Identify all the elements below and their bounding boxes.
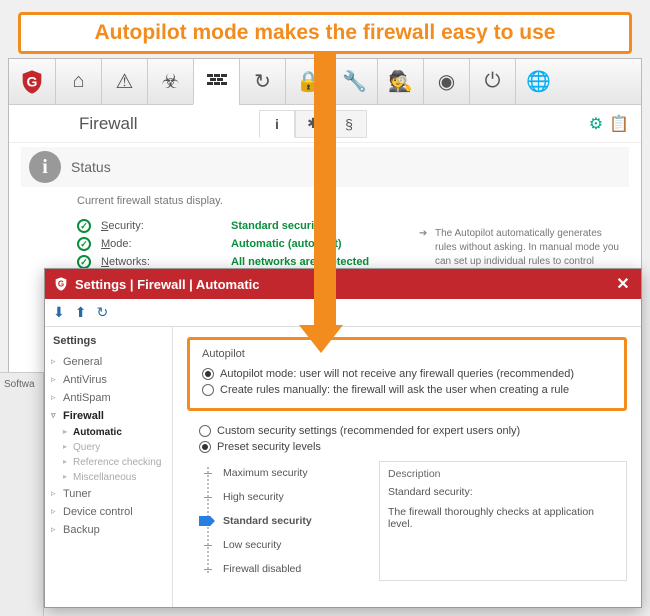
dashboard-icon: ⌂ — [72, 70, 84, 93]
export-icon[interactable]: ⬆ — [75, 304, 87, 321]
radio-icon — [199, 441, 211, 453]
status-desc: Current firewall status display. — [77, 195, 629, 207]
firewall-icon — [206, 70, 228, 92]
nav-item-antivirus[interactable]: AntiVirus — [51, 371, 166, 389]
callout-arrow — [310, 50, 340, 353]
app-logo: G — [9, 59, 55, 104]
radio-icon — [202, 368, 214, 380]
status-value: All networks are protected — [231, 256, 369, 268]
status-label[interactable]: Networks: — [101, 256, 221, 268]
close-icon: ✕ — [616, 274, 629, 294]
svg-text:G: G — [27, 73, 38, 89]
shield-icon: G — [53, 276, 69, 292]
radio-manual-mode[interactable]: Create rules manually: the firewall will… — [202, 382, 612, 398]
section-icon: § — [345, 116, 353, 132]
settings-nav: Settings GeneralAntiVirusAntiSpamFirewal… — [45, 327, 173, 607]
desc-text: The firewall thoroughly checks at applic… — [388, 506, 618, 530]
nav-item-general[interactable]: General — [51, 353, 166, 371]
security-group: Custom security settings (recommended fo… — [187, 423, 627, 581]
mini-tab-info[interactable]: i — [259, 110, 295, 138]
tab-monitor[interactable]: ⚠ — [101, 59, 147, 104]
import-icon[interactable]: ⬇ — [53, 304, 65, 321]
page-title: Firewall — [79, 114, 259, 134]
tab-agent[interactable]: 🕵 — [377, 59, 423, 104]
desc-heading: Description — [388, 468, 618, 480]
slider-level[interactable]: Maximum security — [223, 461, 359, 485]
tab-power[interactable]: ⏻ — [469, 59, 515, 104]
radio-icon — [202, 384, 214, 396]
radio-label: Custom security settings (recommended fo… — [217, 425, 520, 437]
truncated-side-panel: Softwa — [0, 372, 44, 616]
slider-level[interactable]: Standard security — [223, 509, 359, 533]
slider-level[interactable]: Firewall disabled — [223, 557, 359, 581]
refresh-icon: ↻ — [254, 69, 271, 94]
close-button[interactable]: ✕ — [605, 269, 641, 299]
nav-sub-miscellaneous[interactable]: Miscellaneous — [51, 470, 166, 485]
biohazard-icon: ☣ — [162, 69, 180, 94]
info-icon: i — [275, 116, 279, 132]
settings-titlebar[interactable]: G Settings | Firewall | Automatic ✕ — [45, 269, 641, 299]
nav-item-device-control[interactable]: Device control — [51, 503, 166, 521]
slider-level[interactable]: High security — [223, 485, 359, 509]
nav-sub-automatic[interactable]: Automatic — [51, 425, 166, 440]
security-description-box: Description Standard security: The firew… — [379, 461, 627, 581]
tab-refresh[interactable]: ↻ — [239, 59, 285, 104]
monitor-icon: ⚠ — [116, 69, 134, 94]
svg-text:G: G — [58, 280, 64, 289]
slider-level[interactable]: Low security — [223, 533, 359, 557]
truncated-label: Softwa — [4, 379, 35, 390]
nav-sub-query[interactable]: Query — [51, 440, 166, 455]
tab-dashboard[interactable]: ⌂ — [55, 59, 101, 104]
radio-label: Preset security levels — [217, 441, 321, 453]
nav-item-firewall[interactable]: Firewall — [51, 407, 166, 425]
agent-icon: 🕵 — [388, 69, 413, 94]
page-actions: ⚙ 📋 — [589, 114, 629, 134]
status-label[interactable]: Security: — [101, 220, 221, 232]
clipboard-icon[interactable]: 📋 — [609, 114, 629, 134]
desc-name: Standard security: — [388, 486, 618, 498]
autopilot-title: Autopilot — [202, 348, 612, 360]
check-icon: ✓ — [77, 237, 91, 251]
radio-label: Create rules manually: the firewall will… — [220, 384, 569, 396]
check-icon: ✓ — [77, 255, 91, 269]
radio-preset-security[interactable]: Preset security levels — [199, 439, 627, 455]
tab-firewall[interactable] — [193, 59, 239, 105]
nav-item-antispam[interactable]: AntiSpam — [51, 389, 166, 407]
wrench-icon: 🔧 — [342, 69, 367, 94]
tab-virus[interactable]: ☣ — [147, 59, 193, 104]
nav-item-tuner[interactable]: Tuner — [51, 485, 166, 503]
radio-label: Autopilot mode: user will not receive an… — [220, 368, 574, 380]
settings-title: Settings | Firewall | Automatic — [75, 277, 260, 292]
gauge-icon: ◉ — [438, 69, 455, 94]
settings-panel: Autopilot Autopilot mode: user will not … — [173, 327, 641, 607]
radio-custom-security[interactable]: Custom security settings (recommended fo… — [199, 423, 627, 439]
autopilot-group: Autopilot Autopilot mode: user will not … — [187, 337, 627, 411]
reset-icon[interactable]: ↻ — [96, 304, 108, 321]
tab-globe[interactable]: 🌐 — [515, 59, 561, 104]
tab-gauge[interactable]: ◉ — [423, 59, 469, 104]
gear-icon[interactable]: ⚙ — [589, 114, 603, 134]
info-icon: i — [29, 151, 61, 183]
settings-toolbar: ⬇ ⬆ ↻ — [45, 299, 641, 327]
callout-text: Autopilot mode makes the firewall easy t… — [95, 21, 556, 44]
nav-item-backup[interactable]: Backup — [51, 521, 166, 539]
security-slider[interactable]: Maximum securityHigh securityStandard se… — [199, 461, 359, 581]
slider-thumb[interactable] — [199, 516, 215, 526]
status-label[interactable]: Mode: — [101, 238, 221, 250]
power-icon: ⏻ — [485, 70, 501, 93]
radio-autopilot-mode[interactable]: Autopilot mode: user will not receive an… — [202, 366, 612, 382]
check-icon: ✓ — [77, 219, 91, 233]
callout-banner: Autopilot mode makes the firewall easy t… — [18, 12, 632, 54]
settings-window: G Settings | Firewall | Automatic ✕ ⬇ ⬆ … — [44, 268, 642, 608]
globe-icon: 🌐 — [526, 69, 551, 94]
nav-sub-reference-checking[interactable]: Reference checking — [51, 455, 166, 470]
radio-icon — [199, 425, 211, 437]
settings-nav-title: Settings — [51, 335, 166, 347]
status-heading: Status — [71, 159, 111, 175]
